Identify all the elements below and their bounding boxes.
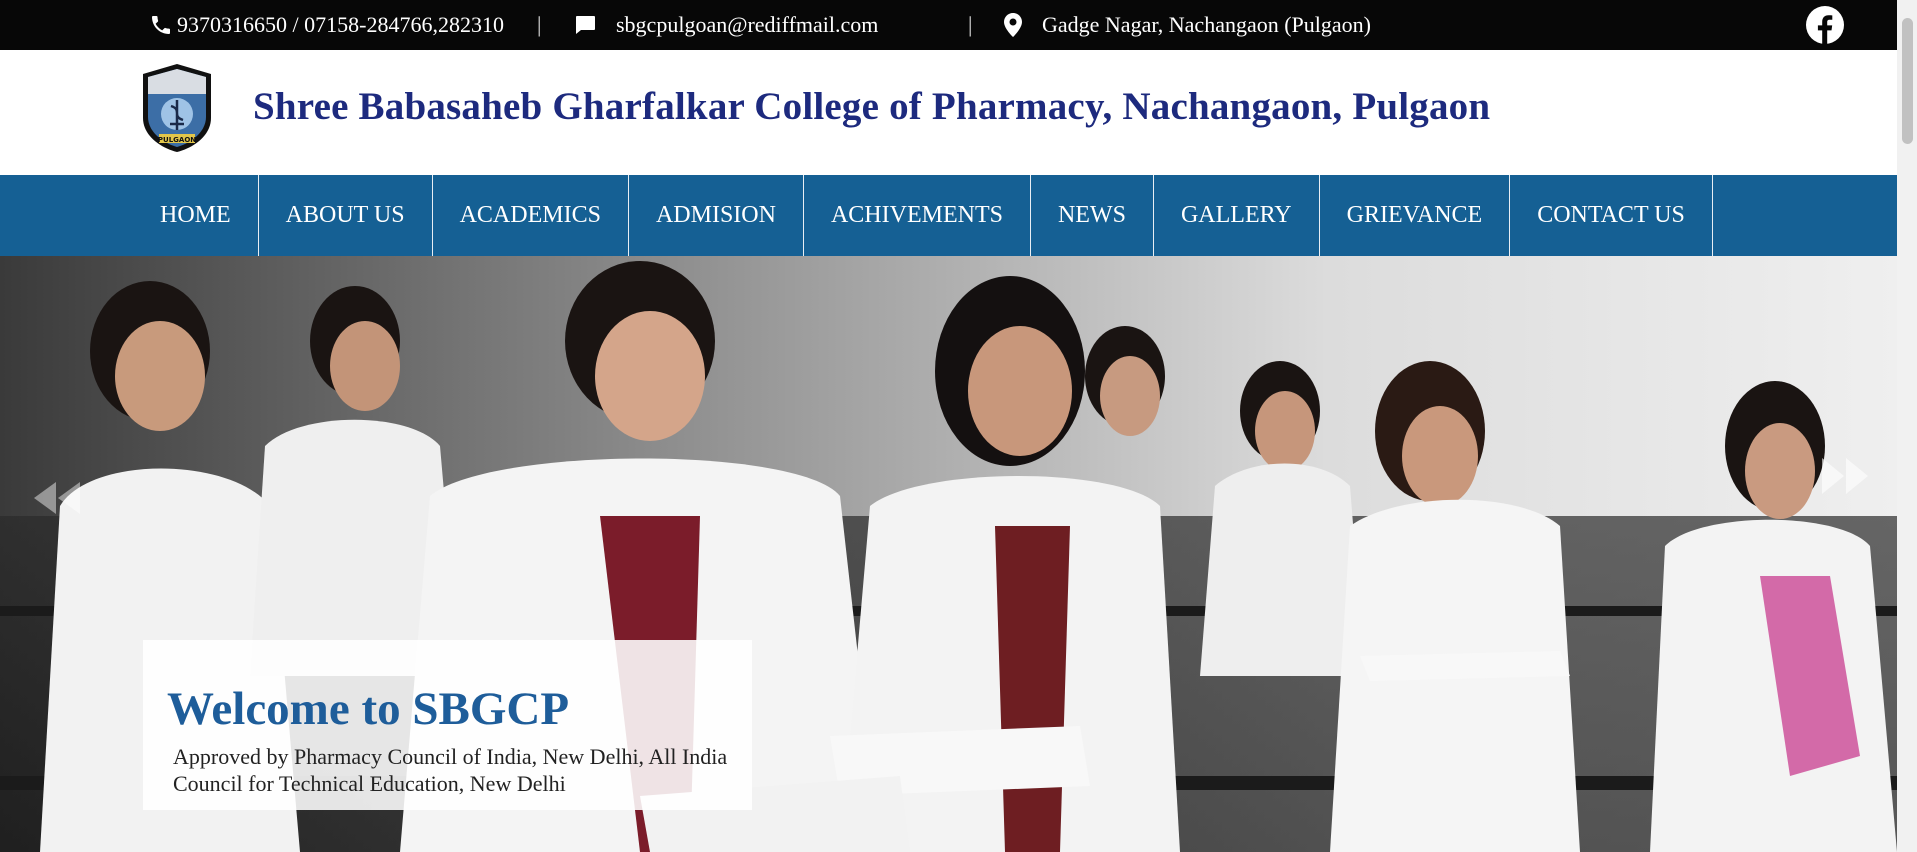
college-title: Shree Babasaheb Gharfalkar College of Ph… <box>253 85 1491 128</box>
email-contact[interactable]: sbgcpulgoan@rediffmail.com <box>573 0 878 50</box>
chat-icon <box>573 13 597 37</box>
address-contact: Gadge Nagar, Nachangaon (Pulgaon) <box>1003 0 1371 50</box>
hero-caption: Welcome to SBGCP Approved by Pharmacy Co… <box>143 640 752 810</box>
separator: | <box>968 12 973 37</box>
nav-news[interactable]: NEWS <box>1031 175 1154 256</box>
next-slide-arrow-icon[interactable] <box>1818 454 1874 503</box>
page-scrollbar[interactable] <box>1897 0 1917 852</box>
nav-gallery[interactable]: GALLERY <box>1154 175 1320 256</box>
nav-achivements[interactable]: ACHIVEMENTS <box>804 175 1031 256</box>
email-link[interactable]: sbgcpulgoan@rediffmail.com <box>616 12 878 38</box>
map-pin-icon <box>1003 12 1023 38</box>
top-contact-bar: 9370316650 / 07158-284766,282310 | sbgcp… <box>0 0 1897 50</box>
hero-slider: Welcome to SBGCP Approved by Pharmacy Co… <box>0 256 1897 852</box>
logo-text: PULGAON <box>158 136 196 144</box>
nav-academics[interactable]: ACADEMICS <box>433 175 629 256</box>
scrollbar-thumb[interactable] <box>1902 18 1913 144</box>
facebook-icon[interactable] <box>1806 6 1844 44</box>
nav-about-us[interactable]: ABOUT US <box>259 175 433 256</box>
separator: | <box>537 12 542 37</box>
nav-admision[interactable]: ADMISION <box>629 175 804 256</box>
phone-contact: 9370316650 / 07158-284766,282310 <box>149 0 504 50</box>
phone-number: 9370316650 / 07158-284766,282310 <box>177 12 504 37</box>
nav-contact-us[interactable]: CONTACT US <box>1510 175 1713 256</box>
college-logo[interactable]: PULGAON <box>141 62 213 154</box>
address-text: Gadge Nagar, Nachangaon (Pulgaon) <box>1042 12 1371 37</box>
hero-heading: Welcome to SBGCP <box>167 683 570 735</box>
nav-home[interactable]: HOME <box>133 175 259 256</box>
site-header: PULGAON Shree Babasaheb Gharfalkar Colle… <box>0 50 1897 175</box>
previous-slide-arrow-icon[interactable] <box>28 478 84 523</box>
phone-icon <box>149 13 173 37</box>
nav-grievance[interactable]: GRIEVANCE <box>1320 175 1511 256</box>
main-navigation: HOME ABOUT US ACADEMICS ADMISION ACHIVEM… <box>0 175 1897 256</box>
hero-text: Approved by Pharmacy Council of India, N… <box>173 744 728 796</box>
